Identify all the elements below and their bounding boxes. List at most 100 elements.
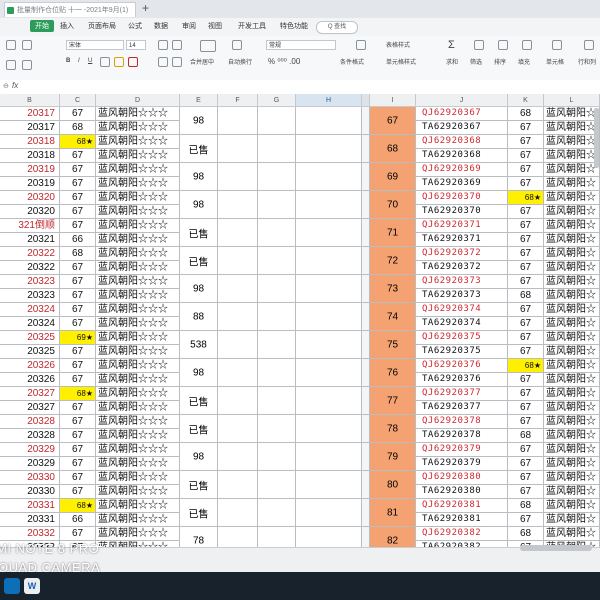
cell-l[interactable]: 蓝风朝阳☆ — [544, 513, 600, 527]
cell-g-empty[interactable] — [258, 359, 296, 387]
sort-button[interactable]: 排序 — [494, 57, 506, 66]
cell-c[interactable]: 69★ — [60, 331, 96, 345]
cell-j[interactable]: TA62920372 — [416, 261, 508, 275]
col-header-b[interactable]: B — [0, 94, 60, 107]
col-header-e[interactable]: E — [180, 94, 218, 107]
cell-k[interactable]: 68 — [508, 527, 544, 541]
cell-d[interactable]: 蓝风朝阳☆☆☆ — [96, 373, 180, 387]
cell-f-empty[interactable] — [218, 275, 258, 303]
cell-c[interactable]: 67 — [60, 429, 96, 443]
cell-j[interactable]: QJ62920375 — [416, 331, 508, 345]
cell-j[interactable]: QJ62920379 — [416, 443, 508, 457]
italic-icon[interactable]: I — [78, 58, 80, 64]
border-icon[interactable] — [100, 57, 110, 67]
cell-d[interactable]: 蓝风朝阳☆☆☆ — [96, 499, 180, 513]
cell-c[interactable]: 67 — [60, 177, 96, 191]
cell-k[interactable]: 67 — [508, 247, 544, 261]
fx-icon[interactable]: fx — [12, 81, 18, 90]
cell-g-empty[interactable] — [258, 191, 296, 219]
cell-l[interactable]: 蓝风朝阳☆ — [544, 401, 600, 415]
cell-k[interactable]: 67 — [508, 331, 544, 345]
cell-f-empty[interactable] — [218, 331, 258, 359]
cell-d[interactable]: 蓝风朝阳☆☆☆ — [96, 303, 180, 317]
cell-h-empty[interactable] — [296, 387, 362, 415]
cell-g-empty[interactable] — [258, 275, 296, 303]
cell-d[interactable]: 蓝风朝阳☆☆☆ — [96, 415, 180, 429]
cell-e-merged[interactable]: 98 — [180, 275, 218, 303]
cell-i-merged[interactable]: 75 — [370, 331, 416, 359]
cell-b[interactable]: 20331 — [0, 499, 60, 513]
cell-j[interactable]: QJ62920373 — [416, 275, 508, 289]
cell-e-merged[interactable]: 98 — [180, 443, 218, 471]
font-name-select[interactable]: 宋体 — [66, 40, 124, 50]
cell-c[interactable]: 67 — [60, 275, 96, 289]
cell-d[interactable]: 蓝风朝阳☆☆☆ — [96, 219, 180, 233]
cell-b[interactable]: 20318 — [0, 149, 60, 163]
cell-f-empty[interactable] — [218, 303, 258, 331]
cell-g-empty[interactable] — [258, 443, 296, 471]
cell-b[interactable]: 321倒顺 — [0, 219, 60, 233]
align-top-icon[interactable] — [158, 40, 168, 50]
cell-j[interactable]: TA62920367 — [416, 121, 508, 135]
new-tab-button[interactable]: + — [142, 1, 149, 15]
cell-e-merged[interactable]: 98 — [180, 191, 218, 219]
cell-k[interactable]: 67 — [508, 471, 544, 485]
cell-l[interactable]: 蓝风朝阳☆ — [544, 233, 600, 247]
cell-d[interactable]: 蓝风朝阳☆☆☆ — [96, 513, 180, 527]
cell-j[interactable]: QJ62920381 — [416, 499, 508, 513]
menu-review[interactable]: 审阅 — [182, 21, 196, 31]
cell-j[interactable]: QJ62920378 — [416, 415, 508, 429]
font-size-select[interactable]: 14 — [126, 40, 146, 50]
menu-formula[interactable]: 公式 — [128, 21, 142, 31]
cell-j[interactable]: TA62920376 — [416, 373, 508, 387]
cell-d[interactable]: 蓝风朝阳☆☆☆ — [96, 135, 180, 149]
cell-c[interactable]: 66 — [60, 513, 96, 527]
cell-k[interactable]: 67 — [508, 415, 544, 429]
cell-d[interactable]: 蓝风朝阳☆☆☆ — [96, 457, 180, 471]
cell-k[interactable]: 67 — [508, 513, 544, 527]
cell-d[interactable]: 蓝风朝阳☆☆☆ — [96, 401, 180, 415]
taskbar-app-icon[interactable] — [4, 578, 20, 594]
cell-e-merged[interactable]: 已售 — [180, 219, 218, 247]
col-header-l[interactable]: L — [544, 94, 600, 107]
cell-j[interactable]: TA62920378 — [416, 429, 508, 443]
cell-h-empty[interactable] — [296, 471, 362, 499]
cell-h-empty[interactable] — [296, 247, 362, 275]
col-header-g[interactable]: G — [258, 94, 296, 107]
sum-icon[interactable]: Σ — [448, 39, 455, 51]
cell-g-empty[interactable] — [258, 107, 296, 135]
cell-g-empty[interactable] — [258, 387, 296, 415]
cell-k[interactable]: 67 — [508, 443, 544, 457]
cell-l[interactable]: 蓝风朝阳☆ — [544, 345, 600, 359]
sort-icon[interactable] — [498, 40, 508, 50]
cell-c[interactable]: 68 — [60, 247, 96, 261]
menu-view[interactable]: 视图 — [208, 21, 222, 31]
cell-k[interactable]: 67 — [508, 401, 544, 415]
cell-k[interactable]: 68 — [508, 499, 544, 513]
cell-h-empty[interactable] — [296, 275, 362, 303]
cut-icon[interactable] — [22, 40, 32, 50]
cell-b[interactable]: 20320 — [0, 191, 60, 205]
cell-l[interactable]: 蓝风朝阳☆ — [544, 317, 600, 331]
align-center-icon[interactable] — [172, 57, 182, 67]
cell-d[interactable]: 蓝风朝阳☆☆☆ — [96, 177, 180, 191]
cell-k[interactable]: 67 — [508, 163, 544, 177]
font-color-icon[interactable] — [128, 57, 138, 67]
cell-h-empty[interactable] — [296, 107, 362, 135]
wrap-text-button[interactable]: 自动换行 — [228, 57, 252, 66]
cell-g-empty[interactable] — [258, 247, 296, 275]
search-box[interactable]: Q 查找 — [316, 21, 358, 34]
merge-center-button[interactable]: 合并居中 — [190, 57, 214, 66]
fill-icon[interactable] — [522, 40, 532, 50]
cell-l[interactable]: 蓝风朝阳☆ — [544, 247, 600, 261]
cell-d[interactable]: 蓝风朝阳☆☆☆ — [96, 443, 180, 457]
cell-h-empty[interactable] — [296, 191, 362, 219]
cell-j[interactable]: TA62920368 — [416, 149, 508, 163]
cell-b[interactable]: 20325 — [0, 345, 60, 359]
cell-j[interactable]: QJ62920377 — [416, 387, 508, 401]
cell-g-empty[interactable] — [258, 135, 296, 163]
cell-g-empty[interactable] — [258, 471, 296, 499]
cell-h-empty[interactable] — [296, 219, 362, 247]
cell-c[interactable]: 67 — [60, 163, 96, 177]
cell-c[interactable]: 67 — [60, 471, 96, 485]
